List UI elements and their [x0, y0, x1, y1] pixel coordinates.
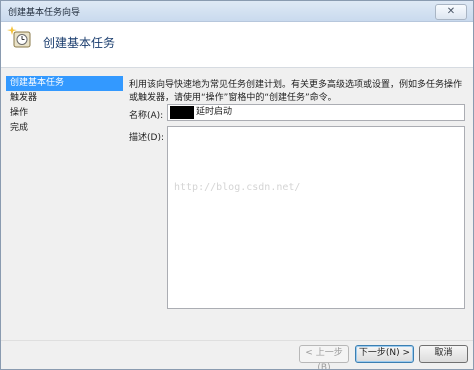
name-field[interactable]: 延时启动 [167, 104, 465, 121]
previous-button[interactable]: < 上一步(B) [299, 345, 349, 369]
redaction-block [170, 106, 194, 119]
cancel-button[interactable]: 取消 [419, 345, 468, 363]
clock-sparkle-icon [7, 26, 31, 48]
window-title: 创建基本任务向导 [8, 8, 81, 18]
wizard-content: 利用该向导快速地为常见任务创建计划。有关更多高级选项或设置，例如多任务操作或触发… [129, 79, 467, 334]
close-button[interactable]: ✕ [435, 4, 467, 20]
step-create-basic-task[interactable]: 创建基本任务 [6, 76, 123, 91]
name-label: 名称(A): [129, 111, 164, 121]
step-action[interactable]: 操作 [6, 106, 123, 121]
header-title: 创建基本任务 [43, 36, 116, 50]
watermark-text: http://blog.csdn.net/ [174, 182, 301, 193]
description-field[interactable]: http://blog.csdn.net/ [167, 126, 465, 309]
footer-divider [1, 340, 473, 341]
step-finish[interactable]: 完成 [6, 121, 123, 136]
description-label: 描述(D): [129, 133, 164, 143]
wizard-steps: 创建基本任务 触发器 操作 完成 [6, 76, 123, 341]
wizard-header: 创建基本任务 [1, 22, 473, 68]
close-icon: ✕ [446, 6, 456, 17]
title-bar[interactable]: 创建基本任务向导 ✕ [1, 1, 473, 22]
next-button[interactable]: 下一步(N) > [355, 345, 414, 363]
description-text: 利用该向导快速地为常见任务创建计划。有关更多高级选项或设置，例如多任务操作或触发… [129, 80, 463, 103]
wizard-window: 创建基本任务向导 ✕ 创建基本任务 创建基本任务 触发器 操作 完成 利用该向导… [0, 0, 474, 370]
name-value: 延时启动 [196, 107, 233, 117]
step-trigger[interactable]: 触发器 [6, 91, 123, 106]
